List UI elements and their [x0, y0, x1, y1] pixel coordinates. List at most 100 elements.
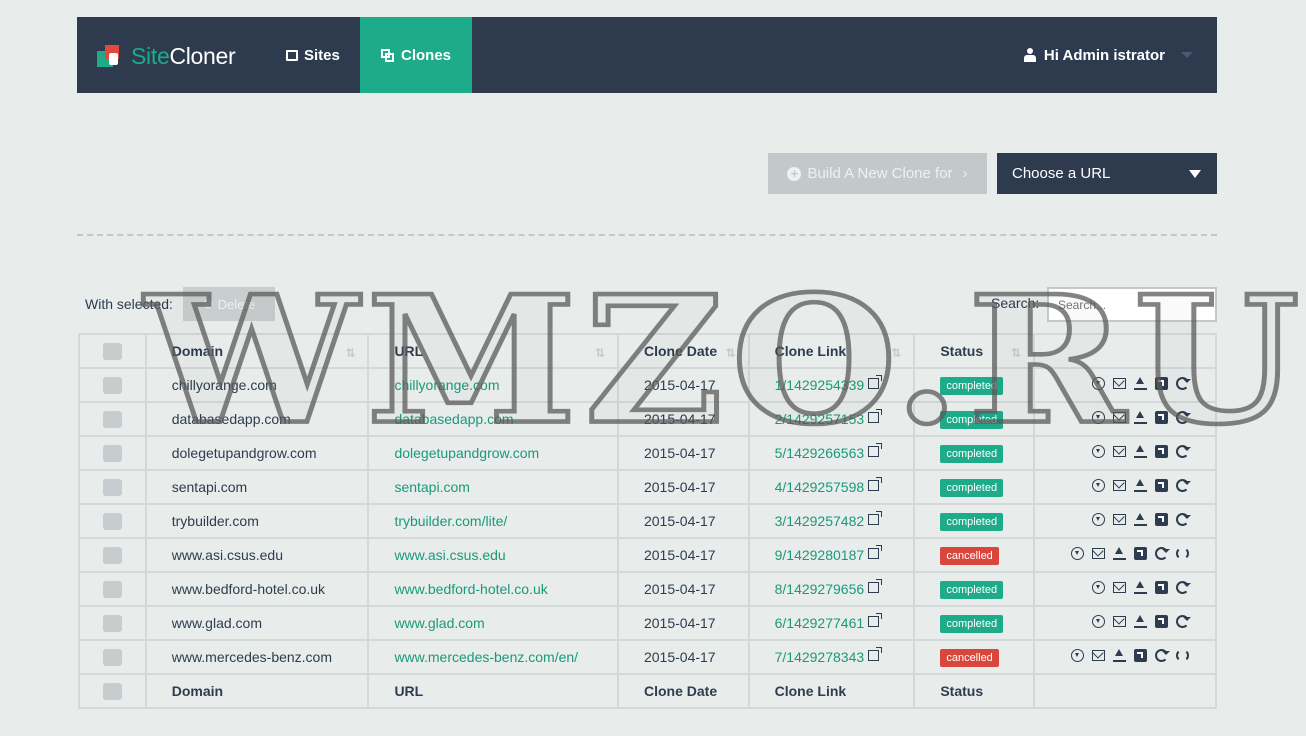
- row-checkbox[interactable]: [102, 614, 122, 632]
- build-new-clone-button[interactable]: + Build A New Clone for ›: [768, 153, 987, 194]
- external-square-icon[interactable]: [1134, 649, 1147, 662]
- refresh-icon[interactable]: [1176, 377, 1191, 390]
- clone-link[interactable]: 5/1429266563: [775, 445, 865, 461]
- external-link-icon[interactable]: [868, 613, 883, 627]
- upload-icon[interactable]: [1134, 479, 1147, 492]
- external-link-icon[interactable]: [868, 375, 883, 389]
- row-checkbox[interactable]: [102, 410, 122, 428]
- clone-link[interactable]: 9/1429280187: [775, 547, 865, 563]
- col-domain[interactable]: Domain ⇅: [144, 333, 370, 369]
- refresh-icon[interactable]: [1176, 513, 1191, 526]
- external-square-icon[interactable]: [1155, 615, 1168, 628]
- sync-icon[interactable]: [1176, 547, 1189, 560]
- row-checkbox[interactable]: [102, 546, 122, 564]
- url-link[interactable]: sentapi.com: [394, 479, 469, 495]
- envelope-icon[interactable]: [1113, 446, 1126, 457]
- col-clone-link[interactable]: Clone Link ⇅: [747, 333, 916, 369]
- refresh-icon[interactable]: [1176, 445, 1191, 458]
- download-icon[interactable]: [1092, 479, 1105, 492]
- nav-clones[interactable]: Clones: [360, 17, 473, 93]
- brand-logo[interactable]: SiteCloner: [97, 41, 236, 71]
- external-square-icon[interactable]: [1155, 479, 1168, 492]
- select-all-checkbox[interactable]: [102, 342, 122, 360]
- external-link-icon[interactable]: [868, 409, 883, 423]
- refresh-icon[interactable]: [1176, 581, 1191, 594]
- url-link[interactable]: dolegetupandgrow.com: [394, 445, 539, 461]
- table-row: databasedapp.com databasedapp.com 2015-0…: [78, 401, 1217, 437]
- search-input[interactable]: [1047, 287, 1217, 322]
- upload-icon[interactable]: [1134, 581, 1147, 594]
- row-checkbox[interactable]: [102, 376, 122, 394]
- clone-link[interactable]: 8/1429279656: [775, 581, 865, 597]
- delete-selected-button[interactable]: ⊖ Delete: [183, 287, 275, 321]
- row-checkbox[interactable]: [102, 444, 122, 462]
- footer-checkbox[interactable]: [102, 682, 122, 700]
- download-icon[interactable]: [1071, 649, 1084, 662]
- external-square-icon[interactable]: [1155, 513, 1168, 526]
- col-clone-date[interactable]: Clone Date ⇅: [616, 333, 750, 369]
- envelope-icon[interactable]: [1113, 582, 1126, 593]
- row-checkbox[interactable]: [102, 648, 122, 666]
- external-link-icon[interactable]: [868, 647, 883, 661]
- col-url[interactable]: URL ⇅: [367, 333, 619, 369]
- url-link[interactable]: www.mercedes-benz.com/en/: [394, 649, 578, 665]
- upload-icon[interactable]: [1113, 547, 1126, 560]
- clone-link[interactable]: 3/1429257482: [775, 513, 865, 529]
- upload-icon[interactable]: [1134, 513, 1147, 526]
- user-menu[interactable]: Hi Admin istrator: [1023, 17, 1193, 93]
- envelope-icon[interactable]: [1113, 514, 1126, 525]
- external-link-icon[interactable]: [868, 545, 883, 559]
- clone-link[interactable]: 4/1429257598: [775, 479, 865, 495]
- clone-link[interactable]: 7/1429278343: [775, 649, 865, 665]
- upload-icon[interactable]: [1134, 445, 1147, 458]
- upload-icon[interactable]: [1134, 377, 1147, 390]
- external-link-icon[interactable]: [868, 443, 883, 457]
- url-link[interactable]: www.glad.com: [394, 615, 484, 631]
- refresh-icon[interactable]: [1176, 411, 1191, 424]
- row-checkbox[interactable]: [102, 512, 122, 530]
- envelope-icon[interactable]: [1113, 412, 1126, 423]
- download-icon[interactable]: [1092, 445, 1105, 458]
- external-square-icon[interactable]: [1155, 581, 1168, 594]
- envelope-icon[interactable]: [1113, 378, 1126, 389]
- envelope-icon[interactable]: [1113, 480, 1126, 491]
- clone-link[interactable]: 6/1429277461: [775, 615, 865, 631]
- external-square-icon[interactable]: [1134, 547, 1147, 560]
- nav-sites[interactable]: Sites: [265, 17, 361, 93]
- row-checkbox[interactable]: [102, 478, 122, 496]
- clone-date-cell: 2015-04-17: [616, 639, 750, 675]
- external-square-icon[interactable]: [1155, 445, 1168, 458]
- upload-icon[interactable]: [1134, 411, 1147, 424]
- upload-icon[interactable]: [1134, 615, 1147, 628]
- upload-icon[interactable]: [1113, 649, 1126, 662]
- download-icon[interactable]: [1071, 547, 1084, 560]
- clone-link[interactable]: 1/1429254339: [775, 377, 865, 393]
- envelope-icon[interactable]: [1092, 650, 1105, 661]
- refresh-icon[interactable]: [1155, 649, 1170, 662]
- url-link[interactable]: trybuilder.com/lite/: [394, 513, 507, 529]
- envelope-icon[interactable]: [1092, 548, 1105, 559]
- url-link[interactable]: www.bedford-hotel.co.uk: [394, 581, 547, 597]
- refresh-icon[interactable]: [1176, 479, 1191, 492]
- row-checkbox[interactable]: [102, 580, 122, 598]
- refresh-icon[interactable]: [1176, 615, 1191, 628]
- envelope-icon[interactable]: [1113, 616, 1126, 627]
- sync-icon[interactable]: [1176, 649, 1189, 662]
- clone-link[interactable]: 2/1429257153: [775, 411, 865, 427]
- url-select[interactable]: Choose a URL: [997, 153, 1217, 194]
- external-link-icon[interactable]: [868, 579, 883, 593]
- url-link[interactable]: databasedapp.com: [394, 411, 513, 427]
- external-square-icon[interactable]: [1155, 377, 1168, 390]
- external-link-icon[interactable]: [868, 511, 883, 525]
- download-icon[interactable]: [1092, 513, 1105, 526]
- download-icon[interactable]: [1092, 411, 1105, 424]
- download-icon[interactable]: [1092, 581, 1105, 594]
- external-square-icon[interactable]: [1155, 411, 1168, 424]
- external-link-icon[interactable]: [868, 477, 883, 491]
- download-icon[interactable]: [1092, 377, 1105, 390]
- url-link[interactable]: chillyorange.com: [394, 377, 499, 393]
- download-icon[interactable]: [1092, 615, 1105, 628]
- refresh-icon[interactable]: [1155, 547, 1170, 560]
- col-status[interactable]: Status ⇅: [913, 333, 1036, 369]
- url-link[interactable]: www.asi.csus.edu: [394, 547, 505, 563]
